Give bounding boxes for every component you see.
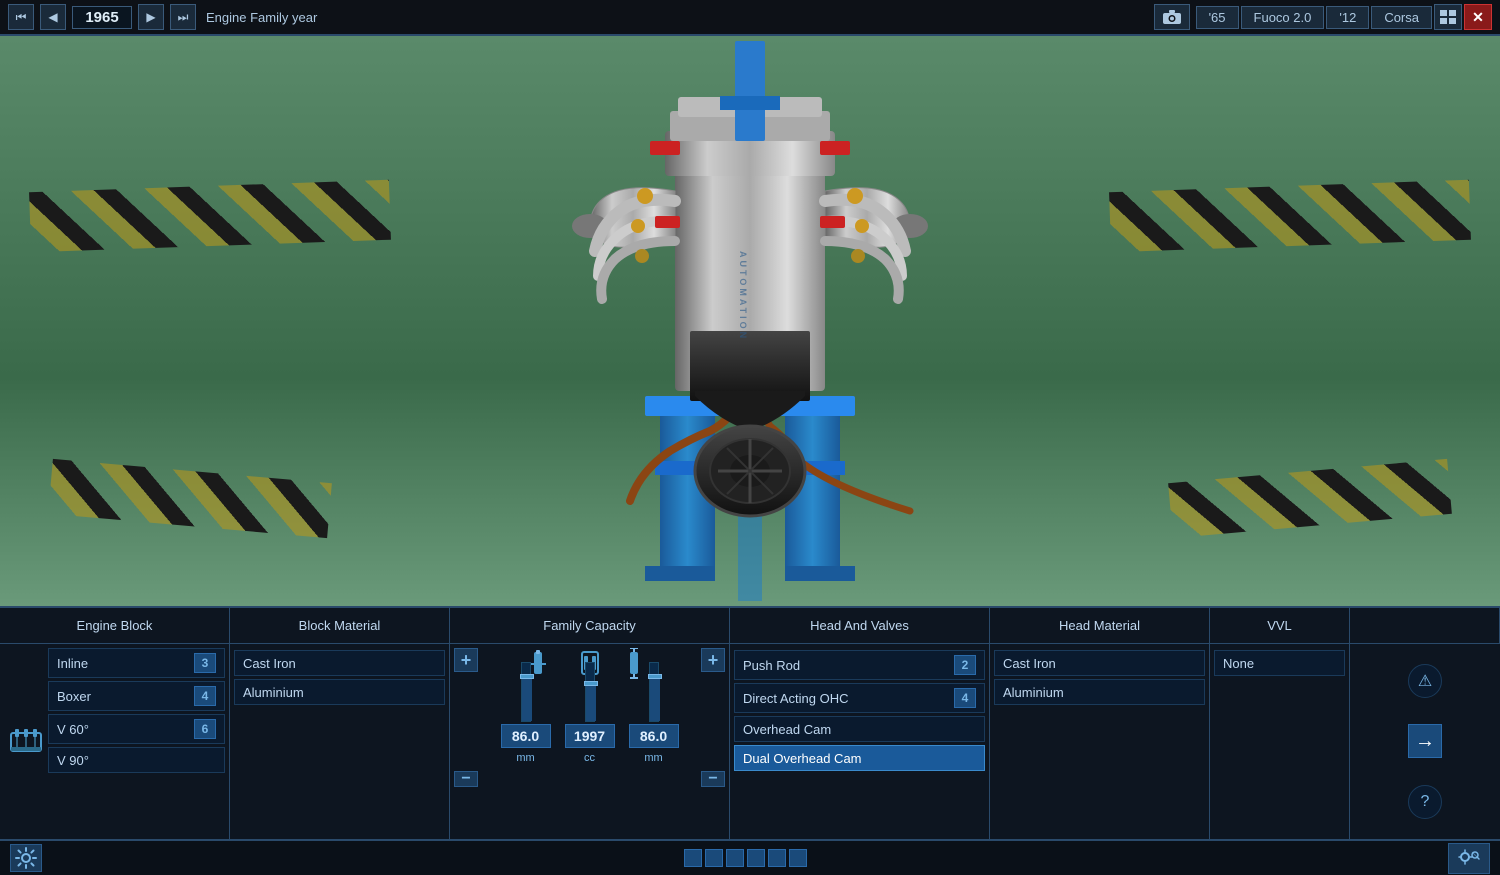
engine-block-item-v90[interactable]: V 90°: [48, 747, 225, 773]
engine-svg: AUTOMATION: [490, 41, 1010, 601]
status-settings-button[interactable]: [10, 844, 42, 872]
head-valves-header: Head And Valves: [730, 608, 990, 643]
bottom-panel: Engine Block Block Material Family Capac…: [0, 606, 1500, 839]
displacement-unit: cc: [584, 752, 595, 764]
family-capacity-controls: +: [454, 648, 725, 764]
capacity-sliders: 86.0 mm 1997 cc: [482, 648, 697, 764]
displacement-slider[interactable]: [585, 662, 595, 722]
engine-block-item-inline[interactable]: Inline 3: [48, 648, 225, 678]
head-material-aluminium[interactable]: Aluminium: [994, 679, 1205, 705]
capacity-plus-button-right[interactable]: +: [701, 648, 725, 672]
head-valves-dohc[interactable]: Dual Overhead Cam: [734, 745, 985, 771]
column-headers: Engine Block Block Material Family Capac…: [0, 608, 1500, 644]
engine-block-list: Inline 3 Boxer 4 V 60° 6 V 90°: [48, 648, 225, 835]
status-dot-5: [768, 849, 786, 867]
head-valves-overhead-cam[interactable]: Overhead Cam: [734, 716, 985, 742]
capacity-minus-button-left[interactable]: −: [454, 771, 478, 787]
block-material-header: Block Material: [230, 608, 450, 643]
grid-view-button[interactable]: [1434, 4, 1462, 30]
head-valves-direct-ohc[interactable]: Direct Acting OHC 4: [734, 683, 985, 713]
capacity-plus-button[interactable]: +: [454, 648, 478, 672]
head-valves-column: Push Rod 2 Direct Acting OHC 4 Overhead …: [730, 644, 990, 839]
bore-slider[interactable]: [521, 662, 531, 722]
engine-view: AUTOMATION: [0, 36, 1500, 606]
vvl-none[interactable]: None: [1214, 650, 1345, 676]
capacity-minus-button-right[interactable]: −: [701, 771, 725, 787]
close-button[interactable]: ✕: [1464, 4, 1492, 30]
head-valves-pushrod[interactable]: Push Rod 2: [734, 650, 985, 680]
engine-block-column: Inline 3 Boxer 4 V 60° 6 V 90°: [0, 644, 230, 839]
head-material-cast-iron[interactable]: Cast Iron: [994, 650, 1205, 676]
topbar-right: '65 Fuoco 2.0 '12 Corsa ✕: [1196, 4, 1492, 30]
topbar: ⏮ ◀ 1965 ▶ ⏭ Engine Family year '65 Fuoc…: [0, 0, 1500, 36]
block-material-aluminium[interactable]: Aluminium: [234, 679, 445, 705]
family-capacity-column: +: [450, 644, 730, 839]
head-material-header: Head Material: [990, 608, 1210, 643]
bore-value: 86.0: [501, 724, 551, 748]
engine-block-header: Engine Block: [0, 608, 230, 643]
status-right-button[interactable]: [1448, 843, 1490, 874]
next-next-button[interactable]: ⏭: [170, 4, 196, 30]
prev-button[interactable]: ◀: [40, 4, 66, 30]
status-dots: [684, 849, 807, 867]
displacement-value: 1997: [565, 724, 615, 748]
status-dot-4: [747, 849, 765, 867]
next-arrow-button[interactable]: →: [1408, 724, 1442, 758]
engine-family-label: Engine Family year: [206, 10, 1148, 25]
block-material-cast-iron[interactable]: Cast Iron: [234, 650, 445, 676]
year2-tag[interactable]: '12: [1326, 6, 1369, 29]
prev-prev-button[interactable]: ⏮: [8, 4, 34, 30]
family-capacity-header: Family Capacity: [450, 608, 730, 643]
engine-name-tag[interactable]: Fuoco 2.0: [1241, 6, 1325, 29]
year-tag[interactable]: '65: [1196, 6, 1239, 29]
engine-block-item-boxer[interactable]: Boxer 4: [48, 681, 225, 711]
stroke-slider[interactable]: [649, 662, 659, 722]
right-icons-column: ⚠ → ?: [1350, 644, 1500, 839]
vvl-column: None: [1210, 644, 1350, 839]
status-dot-3: [726, 849, 744, 867]
status-dot-1: [684, 849, 702, 867]
help-button[interactable]: ?: [1408, 785, 1442, 819]
svg-text:AUTOMATION: AUTOMATION: [738, 251, 748, 341]
engine-block-icon: [4, 648, 48, 835]
right-icons-header: [1350, 608, 1500, 643]
next-button[interactable]: ▶: [138, 4, 164, 30]
engine-block-item-v60[interactable]: V 60° 6: [48, 714, 225, 744]
camera-button[interactable]: [1154, 4, 1190, 30]
status-dot-6: [789, 849, 807, 867]
status-dot-2: [705, 849, 723, 867]
year-display: 1965: [72, 6, 132, 29]
status-bar: [0, 839, 1500, 875]
stroke-unit: mm: [644, 752, 662, 764]
engine-3d-scene: AUTOMATION: [0, 36, 1500, 606]
variant-tag[interactable]: Corsa: [1371, 6, 1432, 29]
block-material-column: Cast Iron Aluminium: [230, 644, 450, 839]
bore-unit: mm: [516, 752, 534, 764]
stroke-value: 86.0: [629, 724, 679, 748]
column-content: Inline 3 Boxer 4 V 60° 6 V 90° Cast Iro: [0, 644, 1500, 839]
head-material-column: Cast Iron Aluminium: [990, 644, 1210, 839]
warning-icon-button[interactable]: ⚠: [1408, 664, 1442, 698]
vvl-header: VVL: [1210, 608, 1350, 643]
